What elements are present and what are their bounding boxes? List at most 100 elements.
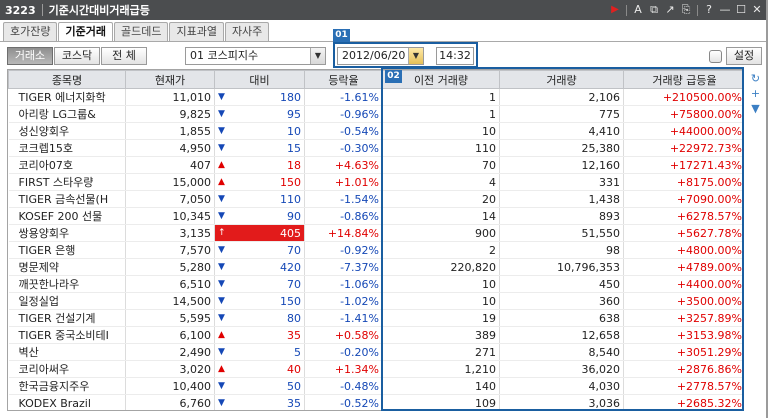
stock-name-cell[interactable]: 쌍용양회우 — [8, 224, 126, 242]
prev-volume-cell: 900 — [382, 224, 500, 242]
help-icon[interactable]: ? — [702, 3, 716, 17]
stock-name-cell[interactable]: 코크렙15호 — [8, 139, 126, 157]
export-icon[interactable]: ⧉ — [647, 3, 661, 17]
stock-name-cell[interactable]: 벽산 — [8, 343, 126, 361]
stock-name-cell[interactable]: 깨끗한나라우 — [8, 275, 126, 293]
down-triangle-icon: ▼ — [218, 398, 225, 408]
table-row[interactable]: 일정실업 14,500 ▼ 150 -1.02% 10 360 +3500.00% — [8, 292, 743, 310]
column-header[interactable]: 거래량 — [499, 70, 624, 89]
settings-button[interactable]: 설정 — [726, 47, 762, 65]
market-button-all[interactable]: 전 체 — [101, 47, 147, 65]
stock-name-cell[interactable]: TIGER 은행 — [8, 241, 126, 259]
tab-1[interactable]: 호가잔량 — [3, 22, 58, 41]
change-wrap: ▼ 90 — [218, 210, 301, 223]
stock-name-cell[interactable]: 성신양회우 — [8, 122, 126, 140]
prev-volume-cell: 109 — [382, 394, 500, 410]
table-row[interactable]: 코크렙15호 4,950 ▼ 15 -0.30% 110 25,380 +22972.73% — [8, 139, 743, 157]
surge-rate-cell: +6278.57% — [623, 207, 743, 225]
table-row[interactable]: 성신양회우 1,855 ▼ 10 -0.54% 10 4,410 +44000.00% — [8, 122, 743, 140]
marker-badge-01: 01 — [333, 29, 350, 42]
table-row[interactable]: 명문제약 5,280 ▼ 420 -7.37% 220,820 10,796,353 +478… — [8, 258, 743, 276]
table-row[interactable]: 코리아써우 3,020 ▲ 40 +1.34% 1,210 36,020 +2876.86% — [8, 360, 743, 378]
rate-cell: -0.20% — [304, 343, 383, 361]
table-row[interactable]: TIGER 건설기계 5,595 ▼ 80 -1.41% 19 638 +3257.89% — [8, 309, 743, 327]
index-select[interactable]: 01 코스피지수 ▼ — [185, 47, 326, 65]
chevron-down-icon[interactable]: ▼ — [310, 48, 325, 64]
scroll-down-icon[interactable]: ▼ — [749, 102, 762, 115]
rate-cell: -0.54% — [304, 122, 383, 140]
surge-rate-cell: +3257.89% — [623, 309, 743, 327]
stock-name-cell[interactable]: TIGER 에너지화학 — [8, 88, 126, 106]
table-row[interactable]: 벽산 2,490 ▼ 5 -0.20% 271 8,540 +3051.29% — [8, 343, 743, 361]
market-button-kospi[interactable]: 거래소 — [7, 47, 53, 65]
column-header[interactable]: 거래량 급등율 — [623, 70, 743, 89]
price-cell: 6,100 — [125, 326, 215, 344]
table-row[interactable]: TIGER 에너지화학 11,010 ▼ 180 -1.61% 1 2,106 +210500… — [8, 88, 743, 106]
stock-name-cell[interactable]: TIGER 중국소비테I — [8, 326, 126, 344]
stock-name-cell[interactable]: 한국금융지주우 — [8, 377, 126, 395]
prev-volume-cell: 10 — [382, 292, 500, 310]
tab-2[interactable]: 기준거래 — [58, 22, 113, 42]
play-icon[interactable]: ▶ — [608, 3, 622, 17]
table-row[interactable]: KODEX Brazil 6,760 ▼ 35 -0.52% 109 3,036 +2685.… — [8, 394, 743, 410]
stock-name-cell[interactable]: TIGER 건설기계 — [8, 309, 126, 327]
column-header[interactable]: 종목명 — [8, 70, 126, 89]
change-wrap: ▼ 150 — [218, 295, 301, 308]
minimize-icon[interactable]: — — [718, 3, 732, 17]
volume-cell: 360 — [499, 292, 624, 310]
table-row[interactable]: 한국금융지주우 10,400 ▼ 50 -0.48% 140 4,030 +2778.57% — [8, 377, 743, 395]
tab-3[interactable]: 골드데드 — [113, 22, 169, 41]
table-row[interactable]: TIGER 중국소비테I 6,100 ▲ 35 +0.58% 389 12,658 +3153… — [8, 326, 743, 344]
stock-name-cell[interactable]: KOSEF 200 선물 — [8, 207, 126, 225]
stock-name-cell[interactable]: 명문제약 — [8, 258, 126, 276]
refresh-icon[interactable]: ↻ — [749, 72, 762, 85]
price-cell: 4,950 — [125, 139, 215, 157]
table-row[interactable]: KOSEF 200 선물 10,345 ▼ 90 -0.86% 14 893 +6278.57… — [8, 207, 743, 225]
table-row[interactable]: 깨끗한나라우 6,510 ▼ 70 -1.06% 10 450 +4400.00% — [8, 275, 743, 293]
table-row[interactable]: 코리아07호 407 ▲ 18 +4.63% 70 12,160 +17271.43% — [8, 156, 743, 174]
table-row[interactable]: TIGER 금속선물(H 7,050 ▼ 110 -1.54% 20 1,438 +7090.… — [8, 190, 743, 208]
prev-volume-cell: 271 — [382, 343, 500, 361]
surge-rate-cell: +3153.98% — [623, 326, 743, 344]
popout-icon[interactable]: ↗ — [663, 3, 677, 17]
change-value: 420 — [280, 260, 301, 274]
settings-icon[interactable]: ⎘ — [679, 3, 693, 17]
table-row[interactable]: 아리랑 LG그룹& 9,825 ▼ 95 -0.96% 1 775 +75800.00% — [8, 105, 743, 123]
column-header[interactable]: 등락율 — [304, 70, 383, 89]
change-cell: ▼ 420 — [214, 258, 305, 276]
stock-name-cell[interactable]: 코리아07호 — [8, 156, 126, 174]
date-field[interactable]: 2012/06/20 ▼ — [337, 47, 424, 65]
toolbar: 거래소 코스닥 전 체 01 코스피지수 ▼ 01 2012/06/20 ▼ 1… — [0, 29, 768, 68]
change-cell: ▼ 15 — [214, 139, 305, 157]
tab-5[interactable]: 자사주 — [224, 22, 270, 41]
close-icon[interactable]: ✕ — [750, 3, 764, 17]
time-field[interactable]: 14:32 — [436, 47, 474, 65]
change-cell: ▼ 150 — [214, 292, 305, 310]
down-triangle-icon: ▼ — [218, 126, 225, 136]
column-header[interactable]: 대비 — [214, 70, 305, 89]
stock-name-cell[interactable]: 아리랑 LG그룹& — [8, 105, 126, 123]
font-icon[interactable]: A — [631, 3, 645, 17]
column-header[interactable]: 현재가 — [125, 70, 215, 89]
table-row[interactable]: 쌍용양회우 3,135 ↑ 405 +14.84% 900 51,550 +5627.78% — [8, 224, 743, 242]
change-cell: ▲ 18 — [214, 156, 305, 174]
stock-name-cell[interactable]: KODEX Brazil — [8, 394, 126, 410]
market-button-kosdaq[interactable]: 코스닥 — [54, 47, 100, 65]
change-cell: ▲ 40 — [214, 360, 305, 378]
stock-name-cell[interactable]: TIGER 금속선물(H — [8, 190, 126, 208]
maximize-icon[interactable]: ☐ — [734, 3, 748, 17]
table-row[interactable]: FIRST 스타우량 15,000 ▲ 150 +1.01% 4 331 +8175.00% — [8, 173, 743, 191]
calendar-dropdown-icon[interactable]: ▼ — [408, 48, 423, 64]
volume-cell: 25,380 — [499, 139, 624, 157]
stock-name-cell[interactable]: FIRST 스타우량 — [8, 173, 126, 191]
stock-name-cell[interactable]: 일정실업 — [8, 292, 126, 310]
volume-cell: 4,410 — [499, 122, 624, 140]
volume-cell: 331 — [499, 173, 624, 191]
change-wrap: ▼ 5 — [218, 346, 301, 359]
settings-checkbox[interactable] — [709, 50, 722, 63]
tab-4[interactable]: 지표과열 — [169, 22, 224, 41]
stock-name-cell[interactable]: 코리아써우 — [8, 360, 126, 378]
add-icon[interactable]: + — [749, 87, 762, 100]
change-value: 95 — [287, 107, 301, 121]
table-row[interactable]: TIGER 은행 7,570 ▼ 70 -0.92% 2 98 +4800.00% — [8, 241, 743, 259]
